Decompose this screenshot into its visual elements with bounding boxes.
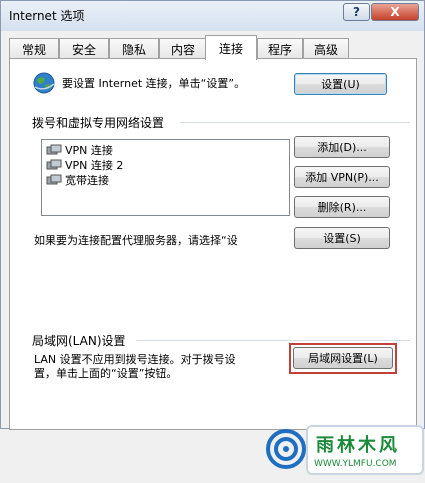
tab-security[interactable]: 安全 — [59, 38, 109, 59]
watermark-url: WWW.YLMFU.COM — [314, 459, 397, 469]
add-button[interactable]: 添加(D)... — [294, 136, 390, 158]
watermark-logo-icon — [266, 429, 306, 469]
connection-list[interactable]: VPN 连接 VPN 连接 2 宽带连接 — [41, 139, 290, 216]
vpn-connection-icon — [46, 159, 62, 170]
broadband-connection-icon — [46, 174, 62, 185]
vpn-connection-icon — [46, 144, 62, 155]
lan-description-line2: 置，单击上面的“设置”按钮。 — [34, 367, 178, 380]
globe-icon — [32, 71, 56, 98]
tab-strip: 常规 安全 隐私 内容 连接 程序 高级 — [1, 35, 424, 60]
tab-advanced[interactable]: 高级 — [303, 38, 349, 59]
setup-description: 要设置 Internet 连接，单击“设置”。 — [62, 77, 246, 90]
close-button[interactable]: X — [371, 3, 419, 21]
help-icon: ? — [353, 5, 360, 19]
proxy-description: 如果要为连接配置代理服务器，请选择“设 — [34, 234, 238, 247]
title-bar[interactable]: Internet 选项 ? X — [1, 1, 424, 31]
tab-content[interactable]: 内容 — [159, 38, 207, 59]
delete-button[interactable]: 删除(R)... — [294, 196, 390, 218]
watermark-badge: 雨林木风 WWW.YLMFU.COM — [306, 425, 424, 475]
connections-panel: 要设置 Internet 连接，单击“设置”。 设置(U) 拨号和虚拟专用网络设… — [9, 58, 424, 475]
dialup-group-label: 拨号和虚拟专用网络设置 — [32, 116, 165, 130]
tab-privacy[interactable]: 隐私 — [109, 38, 159, 59]
setup-button[interactable]: 设置(U) — [294, 73, 387, 95]
dialup-settings-button[interactable]: 设置(S) — [294, 227, 390, 249]
watermark: 雨林木风 WWW.YLMFU.COM — [266, 423, 425, 483]
list-item[interactable]: 宽带连接 — [46, 173, 109, 187]
add-vpn-button[interactable]: 添加 VPN(P)... — [294, 166, 390, 188]
watermark-brand: 雨林木风 — [316, 435, 400, 456]
tab-general[interactable]: 常规 — [9, 38, 59, 59]
list-item[interactable]: VPN 连接 — [46, 143, 113, 157]
lan-settings-button[interactable]: 局域网设置(L) — [293, 347, 393, 369]
internet-options-window: Internet 选项 ? X 常规 安全 隐私 内容 连接 程序 高级 要设置… — [0, 0, 425, 475]
tab-programs[interactable]: 程序 — [257, 38, 303, 59]
window-title: Internet 选项 — [9, 9, 85, 23]
dialup-group-divider — [180, 122, 410, 123]
lan-group-label: 局域网(LAN)设置 — [32, 334, 126, 348]
list-item[interactable]: VPN 连接 2 — [46, 158, 123, 172]
tab-connections[interactable]: 连接 — [205, 35, 257, 60]
help-button[interactable]: ? — [343, 3, 370, 21]
close-icon: X — [390, 5, 400, 19]
lan-group-divider — [136, 340, 410, 341]
